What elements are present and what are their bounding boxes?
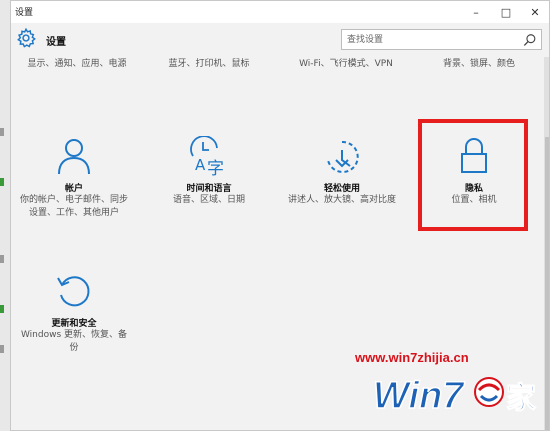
search-box[interactable] [341,29,542,50]
settings-header: 设置 [11,23,549,57]
refresh-icon [19,271,129,313]
settings-window: 设置 – □ ✕ 设置 显示、通知、应用、电源 蓝牙、打印机、鼠标 Wi-Fi、… [10,0,550,431]
gear-icon [17,27,36,48]
scrollbar-thumb[interactable] [545,137,549,430]
svg-text:Win7: Win7 [373,375,465,416]
system-tile-description[interactable]: 显示、通知、应用、电源 [19,58,135,71]
tile-title: 时间和语言 [186,184,232,194]
svg-text:字: 字 [207,159,224,178]
close-button[interactable]: ✕ [520,1,549,23]
background-window-edge [0,0,10,431]
watermark-url: www.win7zhijia.cn [355,350,469,365]
edge-mark [0,128,4,136]
scrollbar[interactable] [544,57,549,430]
search-icon[interactable] [523,33,537,47]
svg-text:A: A [195,156,206,174]
title-bar: 设置 – □ ✕ [11,1,549,23]
win7-logo: Win7 家 [372,374,536,416]
svg-text:家: 家 [506,381,536,416]
window-title: 设置 [15,8,34,18]
edge-mark [0,305,4,313]
tile-title: 更新和安全 [51,319,97,329]
search-input[interactable] [342,30,518,49]
ease-access-icon [287,136,397,178]
edge-mark [0,255,4,263]
tile-description: Windows 更新、恢复、备份 [20,330,128,353]
page-title: 设置 [46,37,66,48]
tile-title: 轻松使用 [323,184,360,194]
devices-tile-description[interactable]: 蓝牙、打印机、鼠标 [149,58,269,71]
tile-description: 你的帐户、电子邮件、同步设置、工作、其他用户 [19,195,128,218]
tile-title: 帐户 [64,184,83,194]
minimize-button[interactable]: – [461,1,491,23]
clock-language-icon: A 字 [154,136,264,178]
tile-description: 讲述人、放大镜、高对比度 [287,195,396,205]
network-tile-description[interactable]: Wi-Fi、飞行模式、VPN [281,58,411,71]
edge-mark [0,178,4,186]
edge-mark [0,345,4,353]
tile-description: 语音、区域、日期 [172,195,245,205]
highlight-box [418,119,528,231]
person-icon [19,136,129,178]
personalization-tile-description[interactable]: 背景、锁屏、颜色 [421,58,537,71]
maximize-button[interactable]: □ [491,1,521,23]
